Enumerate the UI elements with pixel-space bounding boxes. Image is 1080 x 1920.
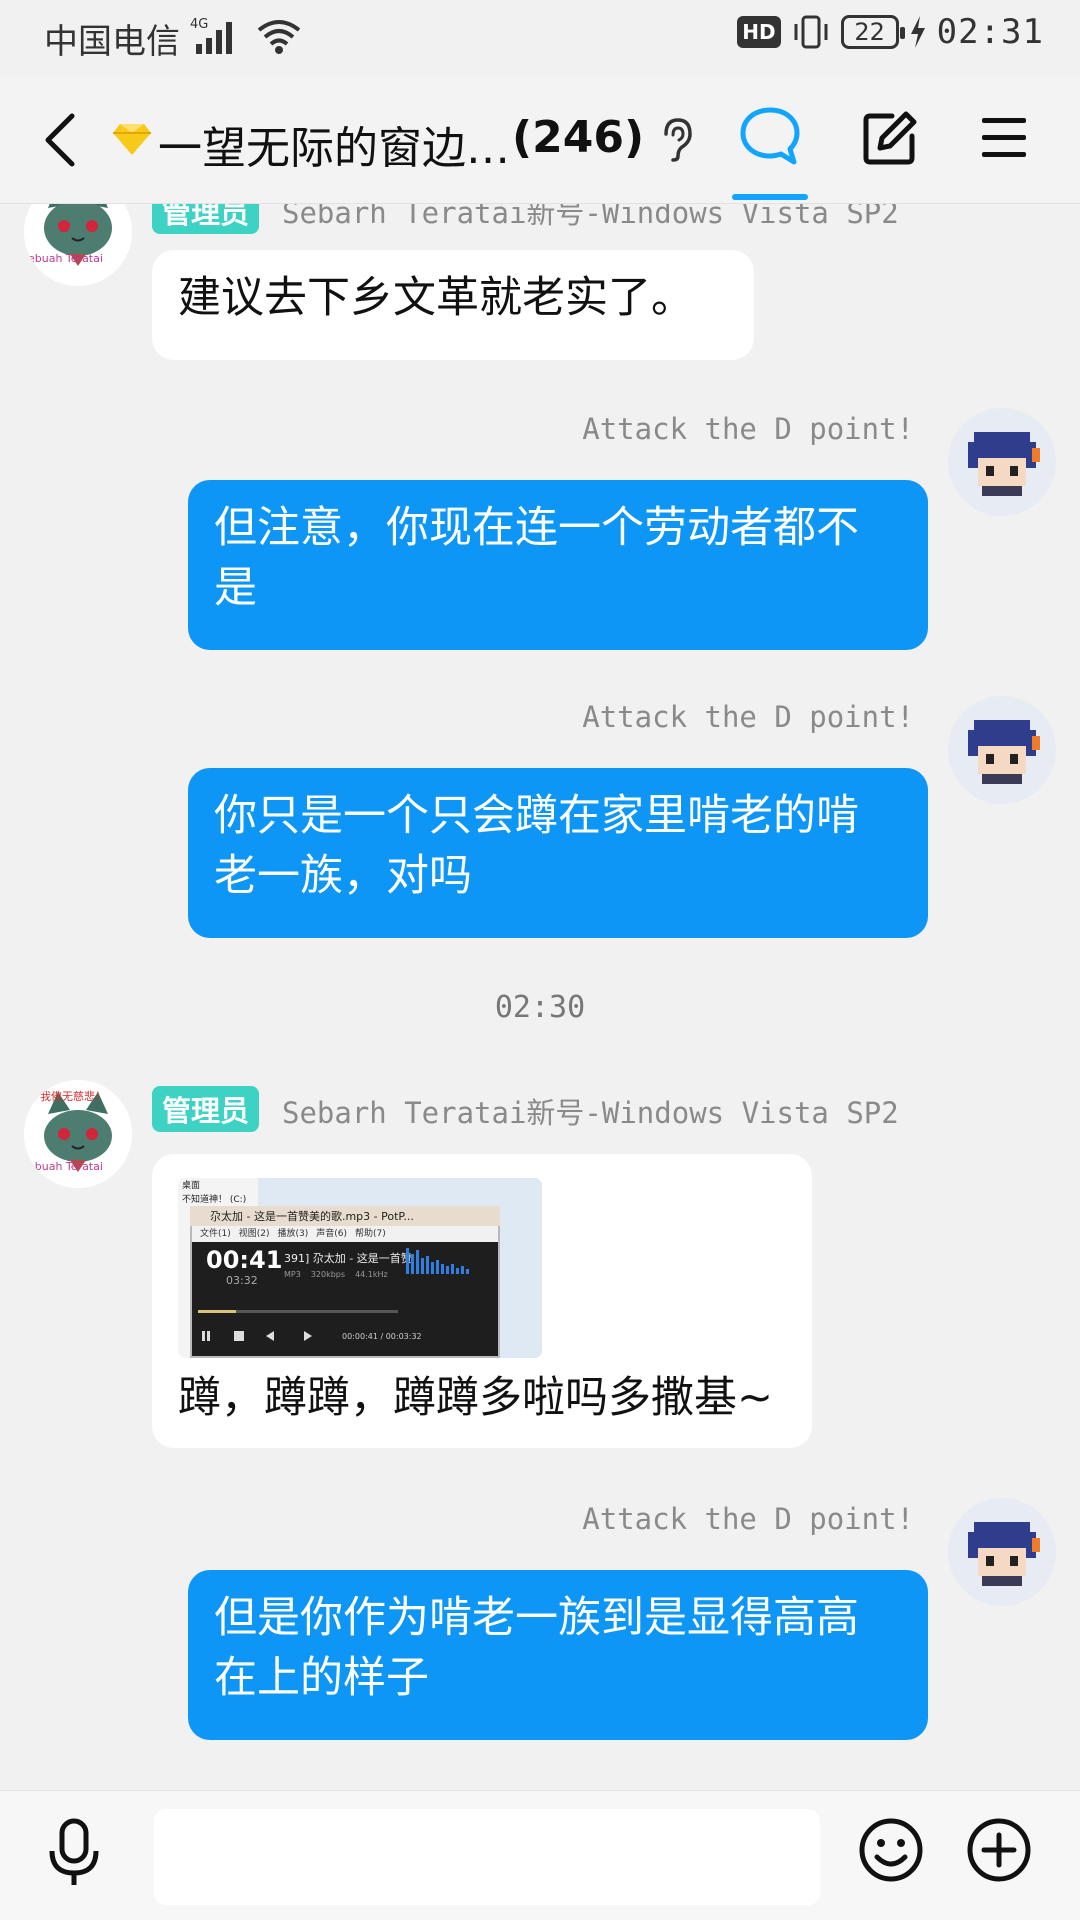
message-input-bar [0, 1790, 1080, 1920]
charging-icon [910, 16, 925, 48]
message-list[interactable]: ebuah Teratai 管理员 Sebarh Teratai新号-Windo… [0, 204, 1080, 1790]
player-menu-item: 文件(1) [200, 1229, 231, 1239]
player-format-info: MP3 320kbps 44.1kHz [284, 1270, 388, 1279]
diamond-badge-icon [113, 124, 151, 155]
battery-indicator: 22 [840, 15, 905, 49]
pixel-character-avatar-icon [948, 1498, 1056, 1606]
avatar-self[interactable] [948, 408, 1056, 516]
player-seek-bar[interactable] [198, 1310, 398, 1313]
player-format: MP3 [284, 1270, 301, 1279]
wifi-icon [257, 20, 301, 54]
status-bar: 中国电信 4G HD 22 02:31 [0, 0, 1080, 76]
message-text-line: 但是你作为啃老一族到是显得高高 [214, 1593, 859, 1643]
media-player-screenshot-image[interactable]: 桌面 不知道神！ (C:) 尕太加 - 这是一首赞美的歌.mp3 - PotP.… [178, 1178, 542, 1358]
message-input[interactable] [154, 1809, 820, 1905]
pixel-character-avatar-icon [948, 696, 1056, 804]
avatar-admin[interactable]: ebuah Teratai [24, 204, 132, 286]
ear-icon[interactable] [660, 116, 694, 162]
admin-badge: 管理员 [152, 204, 260, 234]
vibrate-icon [794, 15, 828, 49]
drive-label: 不知道神！ (C:) [182, 1195, 247, 1205]
avatar-self[interactable] [948, 696, 1056, 804]
cell-signal-icon: 4G [190, 17, 232, 54]
player-controls-icon [202, 1331, 312, 1341]
message-bubble[interactable]: 建议去下乡文革就老实了。 [152, 250, 754, 360]
cat-avatar-icon [24, 204, 132, 286]
message-bubble[interactable]: 你只是一个只会蹲在家里啃老的啃 老一族，对吗 [188, 768, 928, 938]
chat-header: 一望无际的窗边… (246) [0, 76, 1080, 204]
admin-badge: 管理员 [152, 1086, 260, 1132]
back-arrow-icon[interactable] [36, 108, 88, 172]
avatar-admin[interactable]: 我佛无慈悲！ ebuah Teratai [24, 1080, 132, 1188]
player-position: 00:00:41 / 00:03:32 [342, 1332, 422, 1341]
player-track-name: 391] 尕太加 - 这是一首赞 [284, 1252, 412, 1265]
sender-name[interactable]: Attack the D point! [582, 1502, 914, 1536]
hd-badge: HD [737, 16, 781, 48]
player-menu: 文件(1) 视图(2) 播放(3) 声音(6) 帮助(7) [192, 1226, 498, 1242]
group-title[interactable]: 一望无际的窗边… [158, 112, 510, 176]
message-text: 建议去下乡文革就老实了。 [178, 273, 694, 323]
sender-name[interactable]: Sebarh Teratai新号-Windows Vista SP2 [282, 204, 899, 232]
player-window-title: 尕太加 - 这是一首赞美的歌.mp3 - PotP... [210, 1210, 414, 1223]
avatar-caption: ebuah Teratai [28, 1160, 103, 1173]
desktop-label: 桌面 [182, 1181, 201, 1191]
message-text-line: 老一族，对吗 [214, 851, 472, 901]
sender-name[interactable]: Attack the D point! [582, 700, 914, 734]
message-text-line: 是 [214, 563, 257, 613]
active-tab-indicator [732, 194, 808, 200]
member-count: (246) [512, 112, 645, 163]
message-bubble[interactable]: 但注意，你现在连一个劳动者都不 是 [188, 480, 928, 650]
pixel-character-avatar-icon [948, 408, 1056, 516]
message-text-line: 在上的样子 [214, 1653, 429, 1703]
time-divider: 02:30 [494, 990, 586, 1025]
player-bitrate: 320kbps [310, 1270, 346, 1279]
message-text-line: 你只是一个只会蹲在家里啃老的啃 [214, 791, 859, 841]
chat-bubble-icon[interactable] [738, 104, 802, 168]
svg-text:4G: 4G [190, 17, 208, 32]
avatar-caption: 我佛无慈悲！ [40, 1090, 106, 1103]
carrier-label: 中国电信 [44, 22, 180, 62]
plus-icon[interactable] [966, 1817, 1032, 1883]
player-menu-item: 播放(3) [277, 1229, 309, 1239]
player-seek-fill [198, 1310, 236, 1313]
edit-note-icon[interactable] [862, 110, 918, 166]
spectrum-visualizer-icon [406, 1248, 469, 1274]
message-bubble[interactable]: 但是你作为啃老一族到是显得高高 在上的样子 [188, 1570, 928, 1740]
sender-name[interactable]: Attack the D point! [582, 412, 914, 446]
menu-icon[interactable] [980, 116, 1028, 160]
player-menu-item: 帮助(7) [355, 1229, 386, 1239]
message-text: 蹲，蹲蹲，蹲蹲多啦吗多撒基~ [178, 1373, 774, 1423]
avatar-caption: ebuah Teratai [28, 252, 103, 265]
avatar-self[interactable] [948, 1498, 1056, 1606]
status-time: 02:31 [936, 12, 1044, 52]
player-sample-rate: 44.1kHz [355, 1270, 388, 1279]
message-caption[interactable]: 蹲，蹲蹲，蹲蹲多啦吗多撒基~ [152, 1364, 812, 1448]
microphone-icon[interactable] [46, 1817, 102, 1889]
sender-name[interactable]: Sebarh Teratai新号-Windows Vista SP2 [282, 1090, 899, 1132]
player-menu-item: 声音(6) [316, 1229, 347, 1239]
player-time: 00:41 [206, 1246, 283, 1274]
player-total-time: 03:32 [226, 1274, 258, 1287]
player-menu-item: 视图(2) [238, 1229, 270, 1239]
message-text-line: 但注意，你现在连一个劳动者都不 [214, 503, 859, 553]
emoji-icon[interactable] [858, 1817, 924, 1883]
